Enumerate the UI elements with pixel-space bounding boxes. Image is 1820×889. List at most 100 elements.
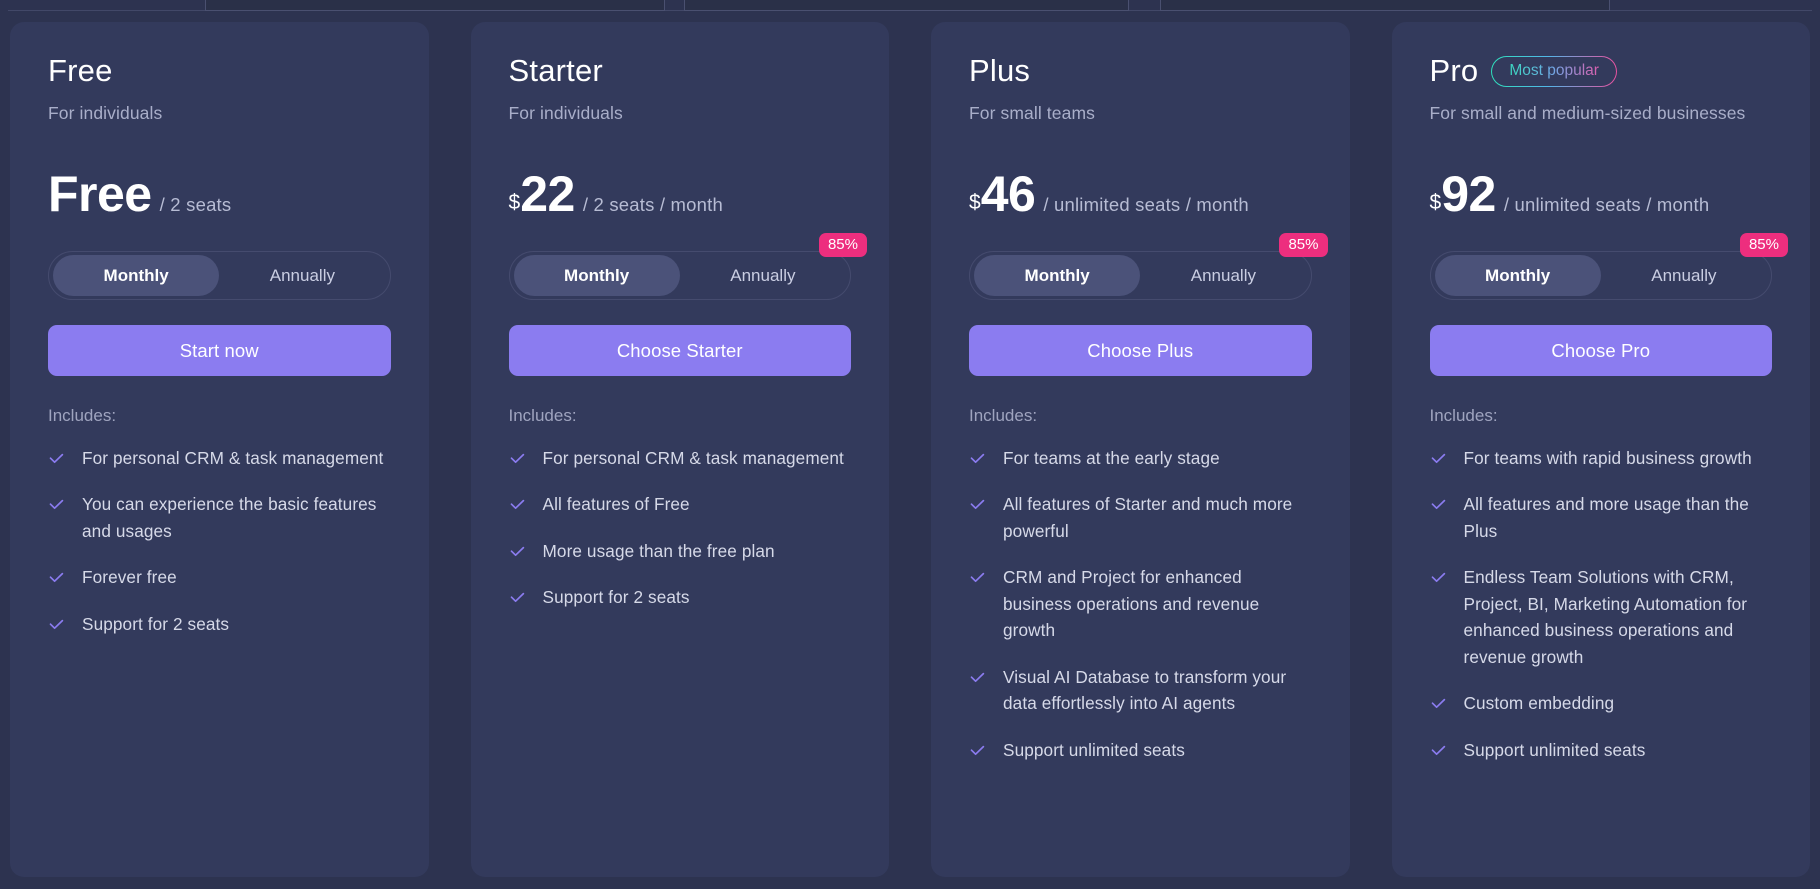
price-amount: 22: [520, 166, 575, 222]
feature-list: For personal CRM & task management You ca…: [48, 445, 391, 637]
feature-text: For personal CRM & task management: [542, 448, 844, 468]
feature-item: Visual AI Database to transform your dat…: [969, 664, 1312, 717]
cta-button-pro[interactable]: Choose Pro: [1429, 325, 1772, 376]
price-row: $22 / 2 seats / month: [509, 169, 852, 227]
includes-label: Includes:: [1429, 406, 1498, 425]
toggle-option-monthly[interactable]: Monthly: [513, 255, 680, 296]
feature-item: For teams at the early stage: [969, 445, 1312, 471]
pricing-card-list: Free For individuals Free/ 2 seats Monthly A…: [10, 22, 1810, 877]
plan-name: Free: [48, 53, 113, 88]
plan-header: Plus: [969, 52, 1312, 90]
pricing-card-starter: Starter For individuals $22 / 2 seats / mon…: [470, 22, 889, 877]
check-icon: [509, 589, 526, 606]
price-amount: 92: [1441, 166, 1496, 222]
toggle-option-annually[interactable]: Annually: [1140, 255, 1306, 296]
feature-text: All features of Free: [542, 494, 690, 515]
plan-name: Plus: [969, 53, 1031, 88]
includes-label: Includes:: [508, 406, 577, 425]
includes-label: Includes:: [969, 406, 1038, 425]
check-icon: [1430, 742, 1447, 759]
feature-item: For personal CRM & task management: [48, 445, 391, 471]
price-row: Free / 2 seats: [48, 169, 391, 227]
feature-text: Visual AI Database to transform your dat…: [1003, 666, 1287, 714]
cta-button-plus[interactable]: Choose Plus: [969, 325, 1312, 376]
cta-button-starter[interactable]: Choose Starter: [508, 325, 851, 376]
feature-text: Endless Team Solutions with CRM, Project…: [1463, 567, 1748, 667]
check-icon: [1430, 450, 1447, 467]
pricing-card-pro: Pro Most popular For small and medium-size…: [1391, 22, 1810, 877]
billing-period-toggle[interactable]: Monthly Annually: [969, 251, 1312, 300]
pricing-card-free: Free For individuals Free / 2 seats Monthly A…: [10, 22, 429, 877]
check-icon: [969, 669, 986, 686]
feature-text: CRM and Project for enhanced business op…: [1003, 567, 1260, 641]
pricing-card-plus: Plus For small teams $46 / unlimited seats …: [931, 22, 1350, 877]
check-icon: [1430, 569, 1447, 586]
check-icon: [48, 450, 65, 467]
price-unit: / unlimited seats / month: [1503, 194, 1710, 215]
top-chrome-remnant: [0, 0, 1820, 14]
toggle-option-annually[interactable]: Annually: [219, 255, 385, 296]
feature-item: All features of Free: [509, 491, 852, 517]
price-unit: / 2 seats: [159, 194, 232, 215]
annual-discount-badge: 85%: [818, 233, 867, 258]
cta-button-free[interactable]: Start now: [48, 325, 391, 376]
feature-item: Support unlimited seats: [1430, 737, 1773, 763]
price-amount: Free: [48, 166, 152, 222]
annual-discount-badge: 85%: [1279, 233, 1328, 258]
plan-name: Starter: [508, 53, 603, 88]
pricing-page: Free For individuals Free/ 2 seats Monthly A…: [0, 0, 1820, 889]
plan-header: Starter: [509, 52, 852, 90]
most-popular-badge-label: Most popular: [1509, 62, 1599, 79]
feature-item: CRM and Project for enhanced business op…: [969, 564, 1312, 643]
feature-text: Support for 2 seats: [542, 587, 690, 608]
billing-period-toggle[interactable]: Monthly Annually: [508, 251, 851, 300]
feature-item: For personal CRM & task management: [509, 445, 852, 471]
price-row: $92 / unlimited seats / month: [1430, 169, 1773, 227]
feature-item: All features of Starter and much more po…: [969, 491, 1312, 544]
feature-item: All features and more usage than the Plu…: [1430, 491, 1773, 544]
plan-subtitle: For small and medium-sized businesses: [1429, 103, 1746, 123]
toggle-option-annually[interactable]: Annually: [1601, 255, 1767, 296]
most-popular-badge: Most popular: [1491, 56, 1617, 87]
feature-text: For personal CRM & task management: [82, 448, 384, 468]
currency-symbol: $: [1429, 191, 1442, 214]
check-icon: [969, 569, 986, 586]
toggle-option-monthly[interactable]: Monthly: [53, 255, 220, 296]
billing-period-toggle[interactable]: Monthly Annually: [48, 251, 391, 300]
feature-item: You can experience the basic features an…: [48, 491, 391, 544]
plan-subtitle: For individuals: [48, 103, 163, 123]
feature-item: Custom embedding: [1430, 690, 1773, 716]
check-icon: [1430, 496, 1447, 513]
check-icon: [48, 496, 65, 513]
toggle-option-annually[interactable]: Annually: [680, 255, 846, 296]
feature-text: For teams at the early stage: [1003, 448, 1220, 468]
toggle-option-monthly[interactable]: Monthly: [974, 255, 1141, 296]
check-icon: [509, 496, 526, 513]
feature-list: For personal CRM & task management All fe…: [509, 445, 852, 611]
billing-toggle-wrapper: Monthly Annually: [48, 251, 391, 300]
feature-item: For teams with rapid business growth: [1430, 445, 1773, 471]
feature-text: You can experience the basic features an…: [82, 494, 377, 541]
check-icon: [969, 450, 986, 467]
billing-toggle-wrapper: Monthly Annually 85%: [1429, 233, 1788, 300]
billing-toggle-wrapper: Monthly Annually 85%: [508, 233, 867, 300]
toggle-option-monthly[interactable]: Monthly: [1434, 255, 1601, 296]
feature-item: More usage than the free plan: [509, 538, 852, 564]
price-unit: / unlimited seats / month: [1043, 194, 1249, 215]
plan-header: Pro Most popular: [1430, 52, 1773, 90]
check-icon: [48, 569, 65, 586]
feature-text: More usage than the free plan: [542, 540, 775, 561]
plan-header: Free: [48, 52, 391, 90]
feature-item: Endless Team Solutions with CRM, Project…: [1430, 564, 1773, 670]
feature-item: Support for 2 seats: [509, 584, 852, 610]
feature-text: All features and more usage than the Plu…: [1463, 494, 1749, 541]
feature-item: Support for 2 seats: [48, 611, 391, 637]
price-row: $46 / unlimited seats / month: [969, 169, 1312, 227]
check-icon: [969, 742, 986, 759]
feature-text: Support unlimited seats: [1003, 739, 1185, 760]
price-amount: 46: [980, 166, 1036, 222]
plan-subtitle: For small teams: [969, 103, 1095, 123]
billing-period-toggle[interactable]: Monthly Annually: [1429, 251, 1772, 300]
plan-name: Pro: [1429, 53, 1479, 88]
currency-symbol: $: [969, 191, 981, 214]
